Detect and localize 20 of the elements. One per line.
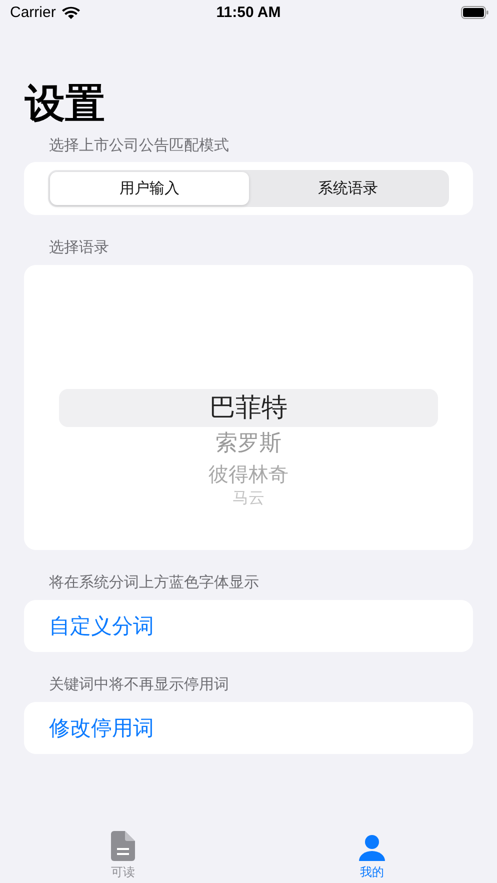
section-label: 选择上市公司公告匹配模式 bbox=[49, 135, 230, 155]
page-title: 设置 bbox=[25, 80, 106, 129]
picker-option[interactable]: 索罗斯 bbox=[59, 429, 438, 459]
wifi-icon bbox=[62, 6, 80, 19]
carrier-label: Carrier bbox=[10, 4, 56, 21]
link[interactable]: 修改停用词 bbox=[49, 714, 154, 742]
tab-bar-item[interactable]: 我的 bbox=[359, 825, 385, 883]
section-label: 将在系统分词上方蓝色字体显示 bbox=[49, 572, 260, 592]
link[interactable]: 自定义分词 bbox=[49, 612, 154, 640]
battery-icon bbox=[461, 6, 489, 19]
picker-option[interactable]: 彼得林奇 bbox=[59, 459, 438, 489]
section-label: 选择语录 bbox=[49, 237, 110, 257]
picker-selected-row[interactable]: 巴菲特 bbox=[59, 389, 438, 427]
status-time: 11:50 AM bbox=[215, 4, 282, 21]
segment-tab[interactable]: 用户输入 bbox=[50, 172, 248, 205]
tab-bar-item[interactable]: 可读 bbox=[111, 825, 135, 883]
document-icon bbox=[111, 831, 135, 861]
segment-tab[interactable]: 系统语录 bbox=[248, 172, 447, 205]
person-icon bbox=[359, 835, 385, 861]
section-label: 关键词中将不再显示停用词 bbox=[49, 674, 230, 694]
